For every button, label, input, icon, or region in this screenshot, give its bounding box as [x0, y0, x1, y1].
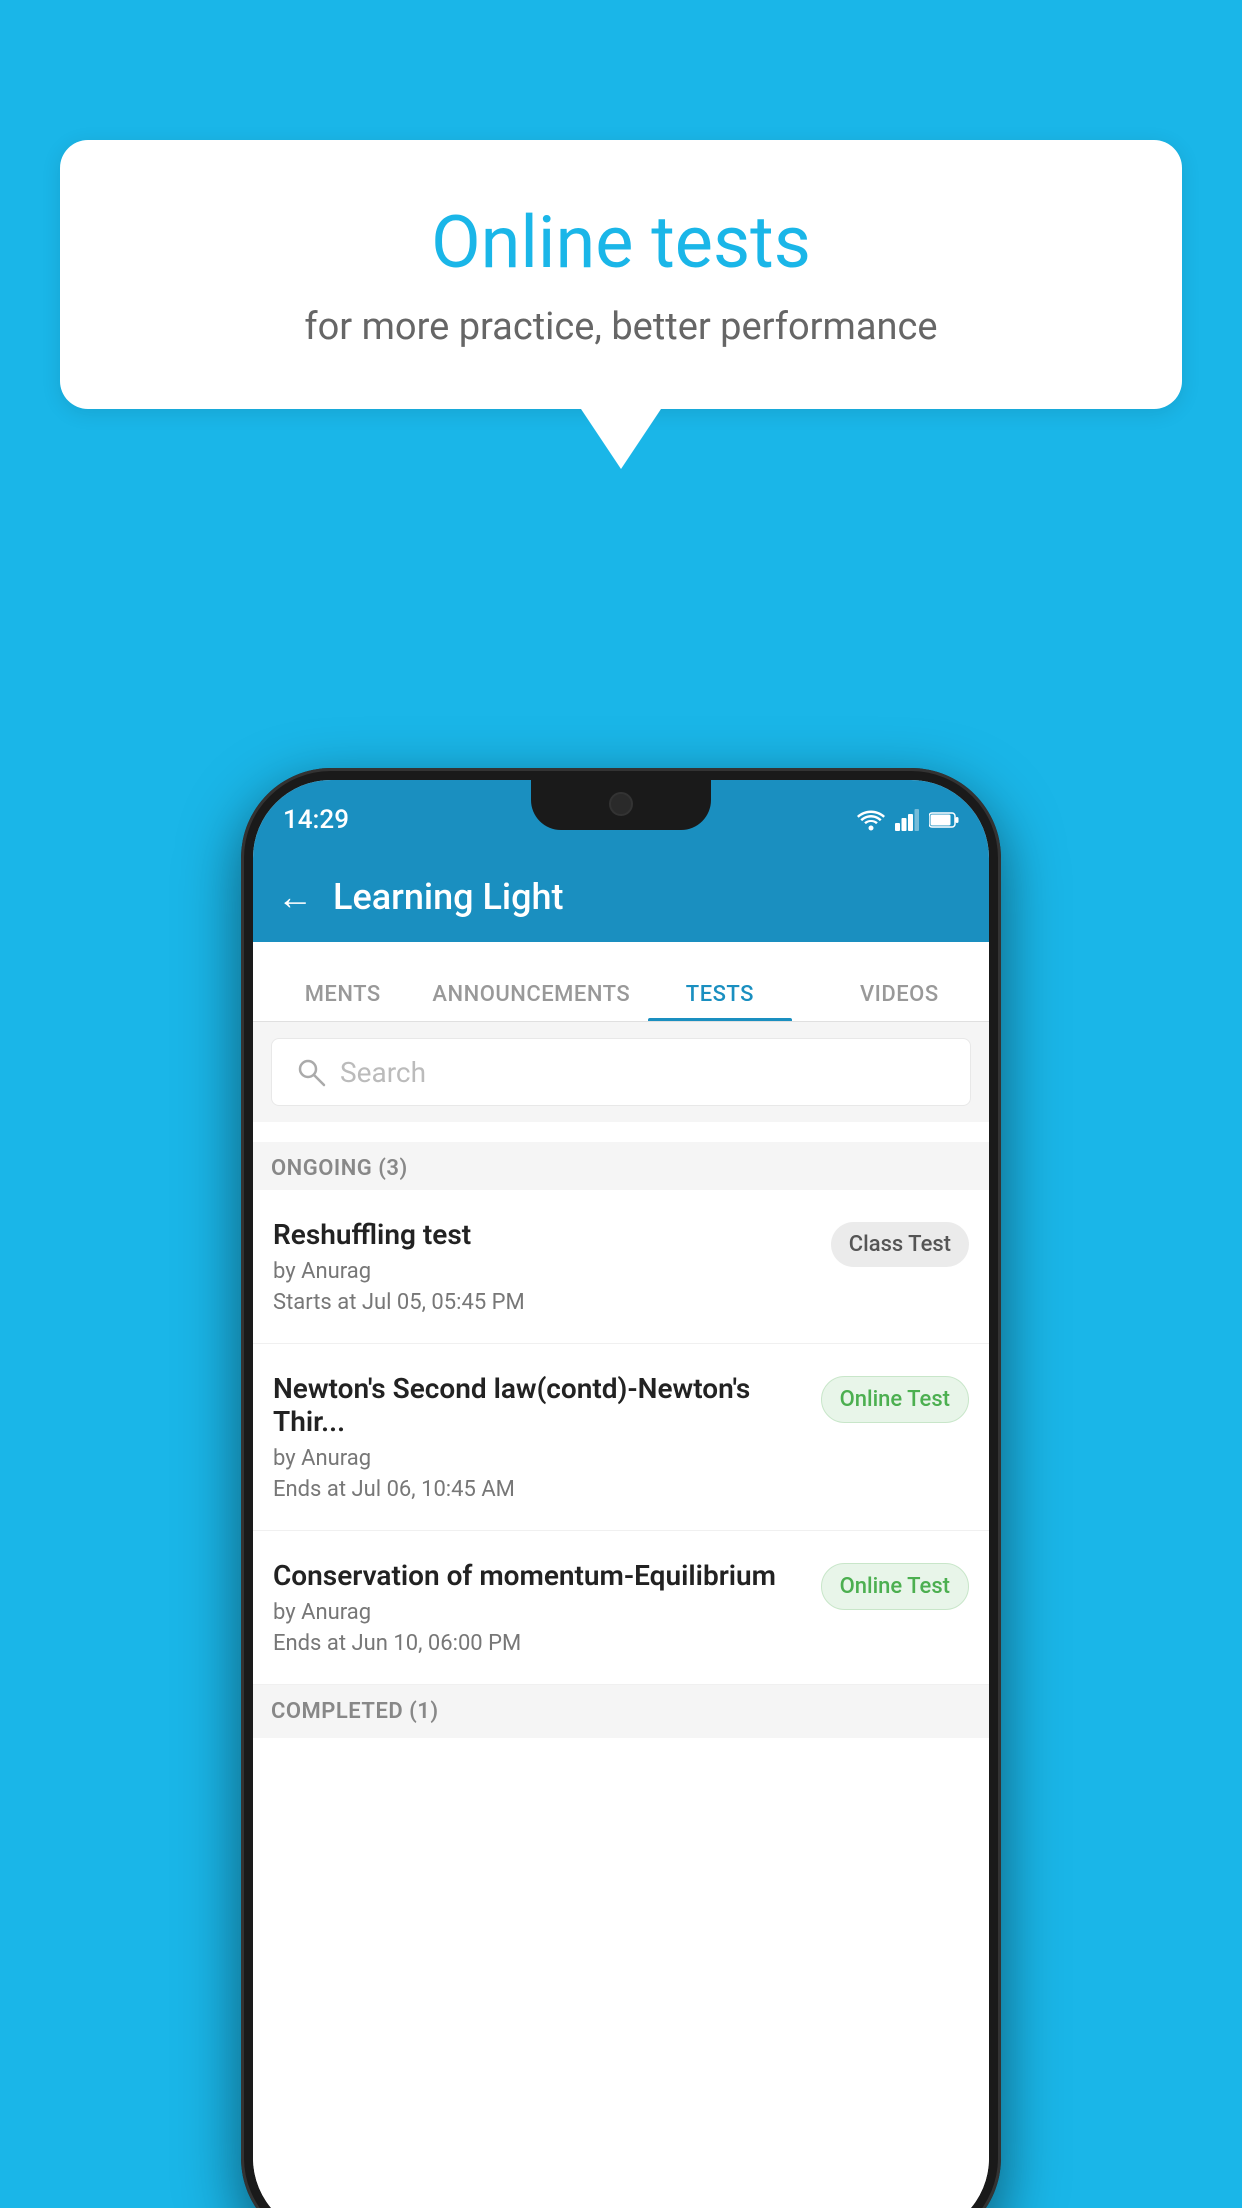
search-container: Search	[253, 1022, 989, 1122]
ongoing-section-header: ONGOING (3)	[253, 1142, 989, 1195]
test-badge-online: Online Test	[821, 1376, 969, 1423]
completed-section-title: COMPLETED (1)	[271, 1699, 439, 1724]
back-button[interactable]: ←	[277, 876, 313, 918]
test-item[interactable]: Newton's Second law(contd)-Newton's Thir…	[253, 1344, 989, 1531]
search-bar[interactable]: Search	[271, 1038, 971, 1106]
test-item[interactable]: Conservation of momentum-Equilibrium by …	[253, 1531, 989, 1685]
phone-notch	[531, 780, 711, 830]
speech-bubble-container: Online tests for more practice, better p…	[60, 140, 1182, 469]
signal-icon	[895, 809, 919, 831]
test-item-time: Ends at Jun 10, 06:00 PM	[273, 1631, 805, 1656]
test-badge-online: Online Test	[821, 1563, 969, 1610]
phone-screen: 14:29	[253, 780, 989, 2208]
speech-bubble-arrow	[581, 409, 661, 469]
app-bar: ← Learning Light	[253, 852, 989, 942]
test-item-by: by Anurag	[273, 1259, 815, 1284]
search-placeholder: Search	[340, 1056, 426, 1089]
speech-bubble-subtitle: for more practice, better performance	[140, 305, 1102, 349]
test-item-name: Conservation of momentum-Equilibrium	[273, 1559, 805, 1592]
test-item[interactable]: Reshuffling test by Anurag Starts at Jul…	[253, 1190, 989, 1344]
status-time: 14:29	[283, 797, 349, 835]
test-item-info: Newton's Second law(contd)-Newton's Thir…	[273, 1372, 805, 1502]
test-item-info: Conservation of momentum-Equilibrium by …	[273, 1559, 805, 1656]
test-item-time: Ends at Jul 06, 10:45 AM	[273, 1477, 805, 1502]
test-badge-class: Class Test	[831, 1222, 969, 1267]
test-list: Reshuffling test by Anurag Starts at Jul…	[253, 1190, 989, 2208]
test-item-by: by Anurag	[273, 1600, 805, 1625]
tab-ments[interactable]: MENTS	[253, 982, 432, 1021]
phone-camera	[609, 792, 633, 816]
speech-bubble: Online tests for more practice, better p…	[60, 140, 1182, 409]
test-item-by: by Anurag	[273, 1446, 805, 1471]
ongoing-section-title: ONGOING (3)	[271, 1156, 408, 1181]
search-icon	[296, 1057, 326, 1087]
tab-videos[interactable]: VIDEOS	[810, 982, 989, 1021]
battery-icon	[929, 811, 959, 829]
phone-mockup: 14:29	[241, 768, 1001, 2208]
test-item-name: Newton's Second law(contd)-Newton's Thir…	[273, 1372, 805, 1438]
tabs-bar: MENTS ANNOUNCEMENTS TESTS VIDEOS	[253, 942, 989, 1022]
speech-bubble-title: Online tests	[140, 200, 1102, 285]
wifi-icon	[857, 809, 885, 831]
test-item-name: Reshuffling test	[273, 1218, 815, 1251]
test-item-info: Reshuffling test by Anurag Starts at Jul…	[273, 1218, 815, 1315]
completed-section-header: COMPLETED (1)	[253, 1685, 989, 1738]
test-item-time: Starts at Jul 05, 05:45 PM	[273, 1290, 815, 1315]
tab-announcements[interactable]: ANNOUNCEMENTS	[432, 982, 630, 1021]
tab-tests[interactable]: TESTS	[630, 982, 809, 1021]
phone-outer: 14:29	[241, 768, 1001, 2208]
background: Online tests for more practice, better p…	[0, 0, 1242, 2208]
status-icons	[857, 801, 959, 831]
app-bar-title: Learning Light	[333, 876, 563, 918]
